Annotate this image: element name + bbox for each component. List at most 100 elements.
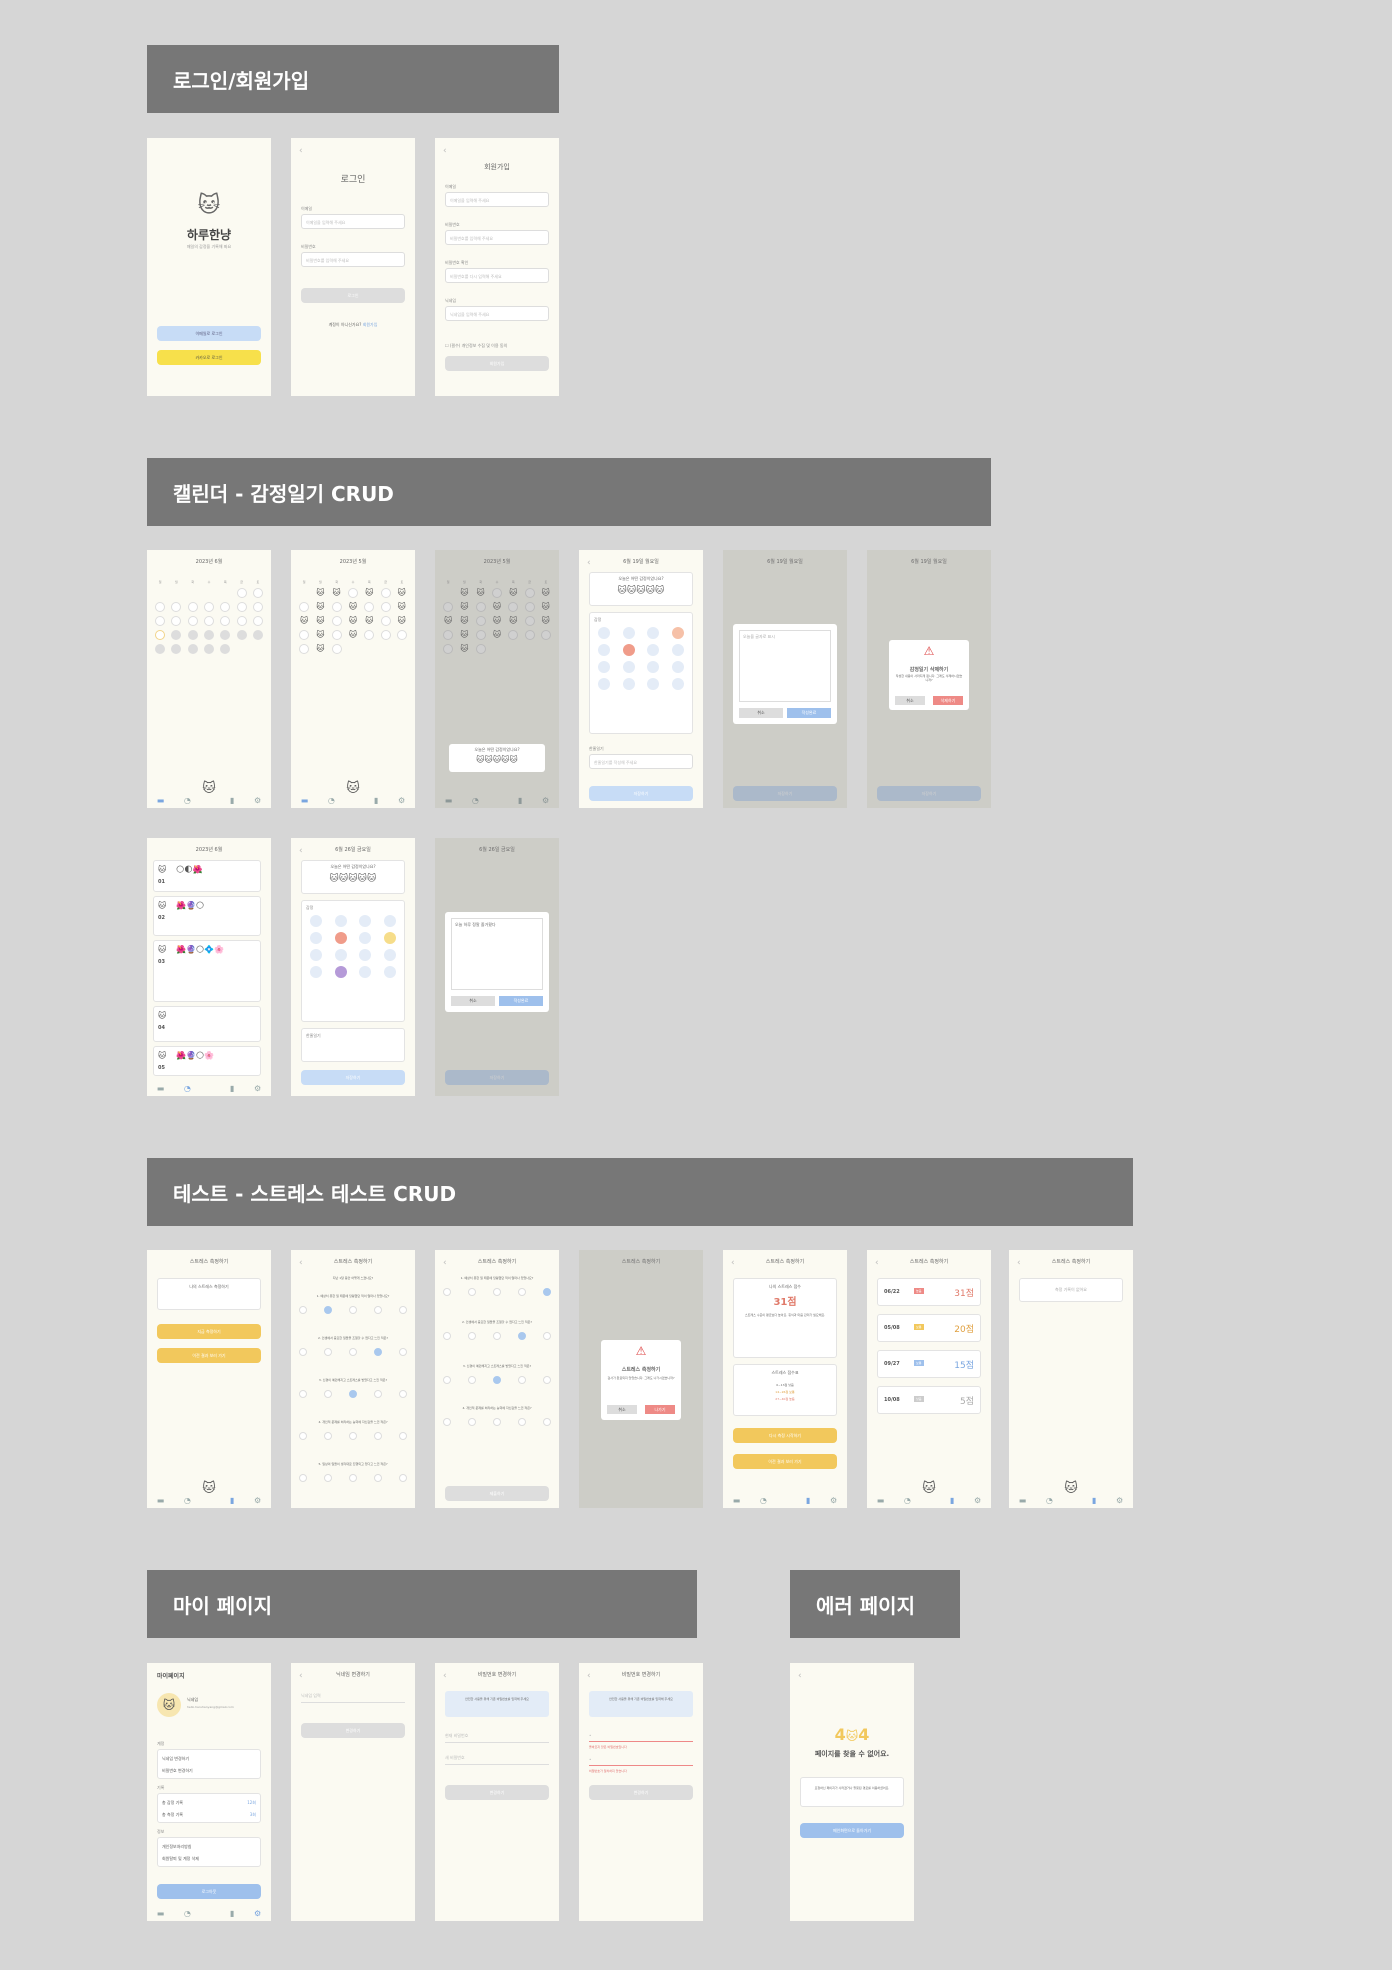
answer-options[interactable] xyxy=(443,1332,551,1340)
nick-change-link[interactable]: 닉네임 변경하기 xyxy=(162,1756,189,1762)
calendar-icon[interactable]: ▬ xyxy=(877,1496,885,1505)
answer-options[interactable] xyxy=(299,1432,407,1440)
retest-button[interactable]: 다시 측정 시작하기 xyxy=(733,1428,837,1443)
save-button[interactable]: 저장하기 xyxy=(589,786,693,801)
chart-icon[interactable]: ▮ xyxy=(230,796,234,805)
gear-icon[interactable]: ⚙ xyxy=(254,796,261,805)
withdraw-link[interactable]: 회원탈퇴 및 계정 삭제 xyxy=(162,1856,199,1862)
clock-icon[interactable]: ◔ xyxy=(328,796,335,805)
calendar-icon[interactable]: ▬ xyxy=(157,1909,165,1918)
emotion-grid[interactable] xyxy=(594,627,688,690)
answer-options[interactable] xyxy=(299,1348,407,1356)
pw-input[interactable]: 비밀번호를 입력해 주세요 xyxy=(301,252,405,267)
home-button[interactable]: 메인화면으로 돌아가기 xyxy=(800,1823,904,1838)
gear-icon[interactable]: ⚙ xyxy=(398,796,405,805)
delete-dialog[interactable]: ⚠ 감정일기 삭제하기 작성한 내용이 사라지게 됩니다. 그래도 삭제하시겠습… xyxy=(889,640,969,710)
chart-icon[interactable]: ▮ xyxy=(374,796,378,805)
history-button[interactable]: 이전 결과 보러 가기 xyxy=(157,1348,261,1363)
answer-options[interactable] xyxy=(443,1376,551,1384)
save-button[interactable]: 저장하기 xyxy=(877,786,981,801)
save-button[interactable]: 저장하기 xyxy=(445,1070,549,1085)
cancel-button[interactable]: 취소 xyxy=(895,696,925,705)
clock-icon[interactable]: ◔ xyxy=(1046,1496,1053,1505)
cancel-button[interactable]: 취소 xyxy=(739,708,783,718)
gear-icon[interactable]: ⚙ xyxy=(830,1496,837,1505)
nickname-input[interactable]: 닉네임 입력 xyxy=(301,1693,405,1703)
history-row[interactable]: 10/08 낮음 5점 xyxy=(877,1386,981,1414)
calendar-icon[interactable]: ▬ xyxy=(1019,1496,1027,1505)
clock-icon[interactable]: ◔ xyxy=(472,796,479,805)
signup-nickname-input[interactable]: 닉네임을 입력해 주세요 xyxy=(445,306,549,321)
confirm-button[interactable]: 작성완료 xyxy=(787,708,831,718)
signup-pw-confirm-input[interactable]: 비밀번호를 다시 입력해 주세요 xyxy=(445,268,549,283)
chart-icon[interactable]: ▮ xyxy=(230,1909,234,1918)
calendar-icon[interactable]: ▬ xyxy=(157,1496,165,1505)
history-row[interactable]: 05/08 보통 20점 xyxy=(877,1314,981,1342)
confirm-button[interactable]: 작성완료 xyxy=(499,996,543,1006)
pw-save-button[interactable]: 변경하기 xyxy=(589,1785,693,1800)
answer-options[interactable] xyxy=(443,1418,551,1426)
submit-button[interactable]: 제출하기 xyxy=(445,1486,549,1501)
logout-button[interactable]: 로그아웃 xyxy=(157,1884,261,1899)
emotion-grid[interactable] xyxy=(306,915,400,978)
list-item[interactable]: 🐱 02 🌺🔮🌕 xyxy=(153,896,261,936)
list-item[interactable]: 🐱 01 🌕🌓🌺 xyxy=(153,860,261,892)
mood-select-popup[interactable]: 오늘은 어떤 감정이었나요? 🐱🐱🐱🐱🐱 xyxy=(449,744,545,772)
cat-fab-icon[interactable]: 🐱 xyxy=(202,1481,216,1496)
login-submit-button[interactable]: 로그인 xyxy=(301,288,405,303)
clock-icon[interactable]: ◔ xyxy=(760,1496,767,1505)
start-test-button[interactable]: 지금 측정하기 xyxy=(157,1324,261,1339)
gear-icon[interactable]: ⚙ xyxy=(1116,1496,1123,1505)
new-pw-input[interactable]: • xyxy=(589,1757,693,1766)
gear-icon[interactable]: ⚙ xyxy=(254,1909,261,1918)
cat-fab-icon[interactable]: 🐱 xyxy=(1064,1481,1078,1496)
calendar-icon[interactable]: ▬ xyxy=(445,796,453,805)
history-row[interactable]: 09/27 보통 15점 xyxy=(877,1350,981,1378)
kakao-login-button[interactable]: 카카오로 로그인 xyxy=(157,350,261,365)
pw-save-button[interactable]: 변경하기 xyxy=(445,1785,549,1800)
answer-options[interactable] xyxy=(299,1306,407,1314)
save-button[interactable]: 저장하기 xyxy=(301,1070,405,1085)
cancel-button[interactable]: 취소 xyxy=(607,1405,637,1414)
back-icon[interactable]: ‹ xyxy=(798,1671,802,1681)
signup-link[interactable]: 회원가입 xyxy=(363,322,378,327)
history-row[interactable]: 06/22 높음 31점 xyxy=(877,1278,981,1306)
answer-options[interactable] xyxy=(299,1474,407,1482)
agree-checkbox[interactable]: ☐ (필수) 개인정보 수집 및 이용 동의 xyxy=(445,343,507,349)
privacy-link[interactable]: 개인정보처리방침 xyxy=(162,1844,191,1850)
write-dialog[interactable]: 오늘을 글자로 표시 취소 작성완료 xyxy=(733,624,837,724)
cat-fab-icon[interactable]: 🐱 xyxy=(922,1481,936,1496)
list-item[interactable]: 🐱 04 xyxy=(153,1006,261,1042)
clock-icon[interactable]: ◔ xyxy=(904,1496,911,1505)
save-button[interactable]: 저장하기 xyxy=(733,786,837,801)
view-all-button[interactable]: 이전 결과 보러 가기 xyxy=(733,1454,837,1469)
calendar-icon[interactable]: ▬ xyxy=(157,1084,165,1093)
calendar-icon[interactable]: ▬ xyxy=(733,1496,741,1505)
list-item[interactable]: 🐱 03 🌺🔮🌕💠🌸 xyxy=(153,940,261,1002)
calendar-icon[interactable]: ▬ xyxy=(157,796,165,805)
answer-options[interactable] xyxy=(299,1390,407,1398)
new-pw-input[interactable]: 새 비밀번호 xyxy=(445,1755,549,1765)
gear-icon[interactable]: ⚙ xyxy=(254,1084,261,1093)
edit-dialog[interactable]: 오늘 하루 정말 즐거웠다 취소 작성완료 xyxy=(445,912,549,1012)
answer-options[interactable] xyxy=(443,1288,551,1296)
exit-dialog[interactable]: ⚠ 스트레스 측정하기 검사가 완료되지 않았습니다. 그래도 나가시겠습니까?… xyxy=(601,1340,681,1420)
chart-icon[interactable]: ▮ xyxy=(230,1084,234,1093)
cancel-button[interactable]: 취소 xyxy=(451,996,495,1006)
back-icon[interactable]: ‹ xyxy=(299,146,303,156)
clock-icon[interactable]: ◔ xyxy=(184,1084,191,1093)
chart-icon[interactable]: ▮ xyxy=(518,796,522,805)
gear-icon[interactable]: ⚙ xyxy=(254,1496,261,1505)
cat-fab-icon[interactable]: 🐱 xyxy=(346,781,360,796)
calendar-icon[interactable]: ▬ xyxy=(301,796,309,805)
clock-icon[interactable]: ◔ xyxy=(184,1909,191,1918)
gear-icon[interactable]: ⚙ xyxy=(974,1496,981,1505)
chart-icon[interactable]: ▮ xyxy=(950,1496,954,1505)
pw-change-link[interactable]: 비밀번호 변경하기 xyxy=(162,1768,193,1774)
cat-fab-icon[interactable]: 🐱 xyxy=(202,781,216,796)
chart-icon[interactable]: ▮ xyxy=(806,1496,810,1505)
back-icon[interactable]: ‹ xyxy=(443,146,447,156)
signup-email-input[interactable]: 이메일을 입력해 주세요 xyxy=(445,192,549,207)
signup-submit-button[interactable]: 회원가입 xyxy=(445,356,549,371)
chart-icon[interactable]: ▮ xyxy=(1092,1496,1096,1505)
